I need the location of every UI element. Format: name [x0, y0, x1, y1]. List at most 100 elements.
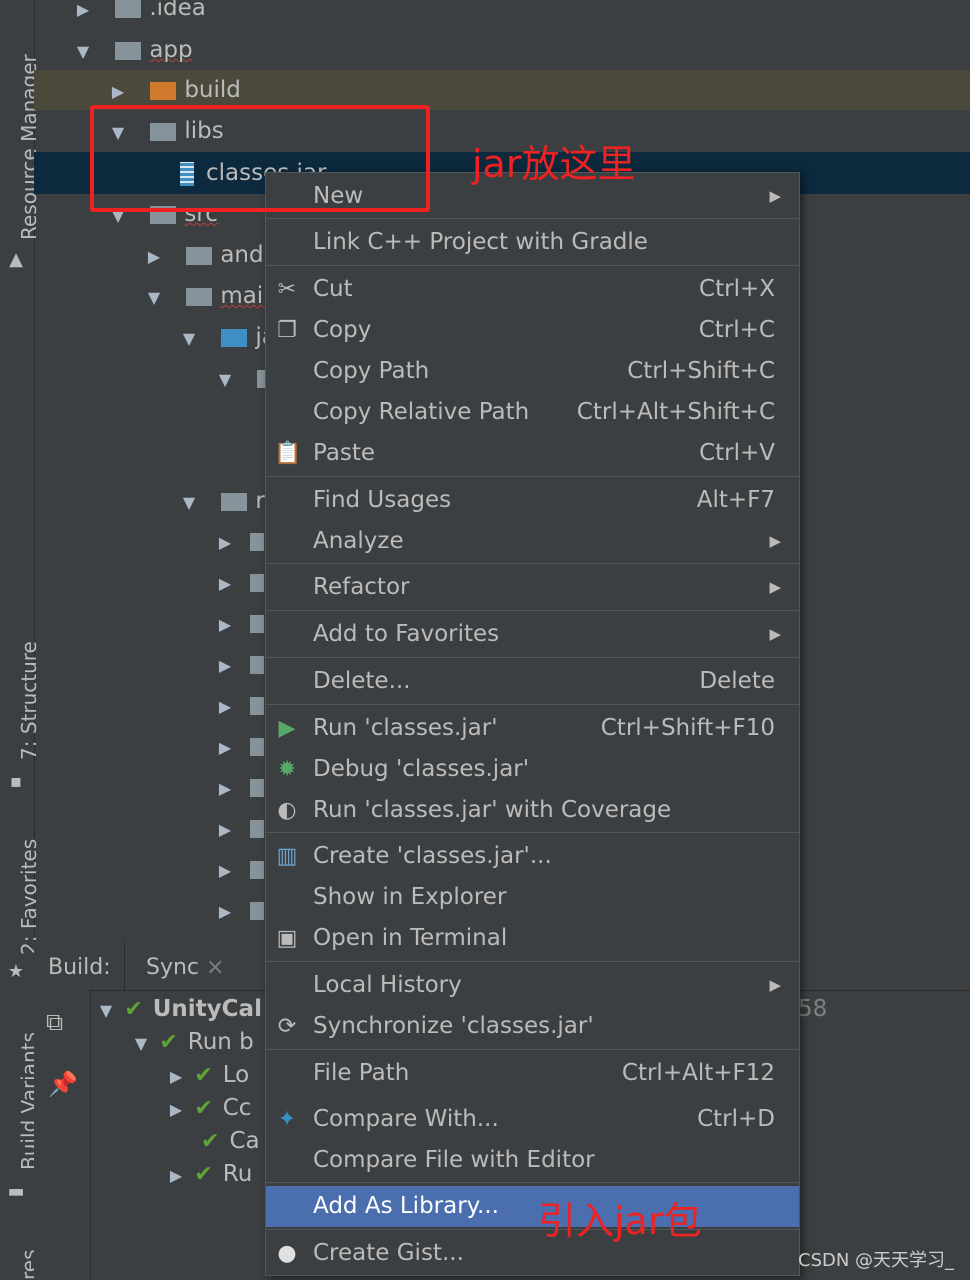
build-tree-row[interactable]: ▶ ✔ Cc — [165, 1091, 252, 1127]
tree-item-res-child[interactable]: ▶ — [214, 808, 272, 848]
submenu-arrow-icon: ▶ — [769, 532, 781, 550]
expand-arrow-icon[interactable]: ▶ — [143, 237, 165, 277]
menu-item-label: Delete... — [313, 668, 411, 694]
expand-arrow-icon[interactable]: ▶ — [214, 564, 236, 604]
menu-item-add-as-library[interactable]: Add As Library... — [266, 1186, 799, 1227]
coverage-icon: ◐ — [277, 798, 297, 823]
favorites-tab[interactable]: 2: Favorites — [17, 839, 41, 955]
tree-item-java[interactable]: ▼ ja — [178, 317, 276, 357]
menu-item-copy-relative-path[interactable]: Copy Relative Path Ctrl+Alt+Shift+C — [266, 392, 799, 433]
menu-item-shortcut: Ctrl+V — [699, 440, 775, 466]
menu-item-label: Copy Path — [313, 358, 430, 384]
collapse-arrow-icon[interactable]: ▼ — [130, 1027, 152, 1061]
close-icon[interactable]: × — [206, 955, 224, 980]
menu-item-file-path[interactable]: File Path Ctrl+Alt+F12 — [266, 1053, 799, 1094]
menu-item-analyze[interactable]: Analyze ▶ — [266, 521, 799, 562]
collapse-arrow-icon[interactable]: ▼ — [143, 278, 165, 318]
menu-item-shortcut: Ctrl+Shift+F10 — [600, 715, 775, 741]
expand-arrow-icon[interactable]: ▶ — [214, 851, 236, 891]
folder-icon — [250, 532, 264, 551]
expand-arrow-icon[interactable]: ▶ — [214, 646, 236, 686]
expand-arrow-icon[interactable]: ▶ — [214, 810, 236, 850]
menu-item-create-gist[interactable]: ● Create Gist... — [266, 1233, 799, 1274]
menu-separator — [266, 961, 799, 962]
expand-arrow-icon[interactable]: ▶ — [214, 605, 236, 645]
divider — [124, 942, 125, 990]
menu-item-shortcut: Ctrl+Alt+F12 — [621, 1060, 775, 1086]
menu-item-run-classes-jar[interactable]: ▶ Run 'classes.jar' Ctrl+Shift+F10 — [266, 708, 799, 749]
expand-arrow-icon[interactable]: ▶ — [165, 1060, 187, 1094]
restore-layout-icon[interactable]: ⧉ — [46, 1008, 63, 1036]
tree-item-main[interactable]: ▼ main — [143, 276, 278, 316]
build-tree-row[interactable]: ▼ ✔ UnityCal — [95, 992, 262, 1026]
check-icon: ✔ — [194, 1162, 213, 1187]
menu-item-add-to-favorites[interactable]: Add to Favorites ▶ — [266, 614, 799, 655]
tree-item-res-child[interactable]: ▶ — [214, 562, 272, 602]
collapse-arrow-icon[interactable]: ▼ — [72, 32, 94, 72]
collapse-arrow-icon[interactable]: ▼ — [214, 360, 236, 400]
menu-item-copy-path[interactable]: Copy Path Ctrl+Shift+C — [266, 351, 799, 392]
menu-item-link-c-project-with-gradle[interactable]: Link C++ Project with Gradle — [266, 222, 799, 263]
menu-item-label: Run 'classes.jar' — [313, 715, 498, 741]
menu-item-local-history[interactable]: Local History ▶ — [266, 965, 799, 1006]
menu-item-debug-classes-jar[interactable]: ✹ Debug 'classes.jar' — [266, 749, 799, 790]
tree-item-idea[interactable]: ▶ .idea — [72, 0, 206, 28]
folder-icon — [115, 0, 142, 18]
check-icon: ✔ — [124, 997, 143, 1022]
menu-item-label: Cut — [313, 276, 353, 302]
menu-item-paste[interactable]: 📋 Paste Ctrl+V — [266, 433, 799, 474]
tree-item-android-test[interactable]: ▶ andr — [143, 235, 273, 275]
build-tree-row[interactable]: ▼ ✔ Run b — [130, 1025, 254, 1059]
build-tree-row[interactable]: ▶ ✔ Lo — [165, 1058, 249, 1092]
tree-item-res-child[interactable]: ▶ — [214, 849, 272, 889]
structure-tab[interactable]: 7: Structure — [17, 641, 41, 760]
tree-item-build[interactable]: ▶ build — [107, 70, 241, 110]
folder-icon — [186, 287, 213, 306]
build-tree-row[interactable]: ▶ ✔ Ru — [165, 1157, 252, 1191]
expand-arrow-icon[interactable]: ▶ — [72, 0, 94, 30]
expand-arrow-icon[interactable]: ▶ — [165, 1159, 187, 1193]
menu-item-shortcut: Ctrl+Alt+Shift+C — [576, 399, 775, 425]
expand-arrow-icon[interactable]: ▶ — [214, 892, 236, 932]
expand-arrow-icon[interactable]: ▶ — [214, 728, 236, 768]
menu-item-find-usages[interactable]: Find Usages Alt+F7 — [266, 480, 799, 521]
debug-icon: ✹ — [277, 757, 297, 782]
menu-item-run-classes-jar-with-coverage[interactable]: ◐ Run 'classes.jar' with Coverage — [266, 790, 799, 831]
menu-item-compare-with[interactable]: ✦ Compare With... Ctrl+D — [266, 1099, 799, 1140]
expand-arrow-icon[interactable]: ▶ — [214, 769, 236, 809]
menu-item-show-in-explorer[interactable]: Show in Explorer — [266, 877, 799, 918]
tree-item-res[interactable]: ▼ re — [178, 481, 279, 523]
tree-item-res-child[interactable]: ▶ — [214, 890, 272, 930]
menu-item-cut[interactable]: ✂ Cut Ctrl+X — [266, 269, 799, 310]
collapse-arrow-icon[interactable]: ▼ — [178, 319, 200, 359]
tree-item-label: build — [184, 77, 241, 103]
tree-item-app[interactable]: ▼ app — [72, 30, 193, 70]
menu-item-label: Compare File with Editor — [313, 1147, 595, 1173]
tab-sync[interactable]: Sync × — [146, 942, 224, 990]
tree-item-res-child[interactable]: ▶ — [214, 521, 272, 561]
expand-arrow-icon[interactable]: ▶ — [214, 523, 236, 563]
pin-icon[interactable]: 📌 — [48, 1070, 78, 1098]
annotation-highlight-box — [90, 105, 430, 212]
expand-arrow-icon[interactable]: ▶ — [214, 687, 236, 727]
menu-item-copy[interactable]: ❐ Copy Ctrl+C — [266, 310, 799, 351]
menu-item-compare-file-with-editor[interactable]: Compare File with Editor — [266, 1140, 799, 1181]
collapse-arrow-icon[interactable]: ▼ — [178, 483, 200, 523]
tree-item-res-child[interactable]: ▶ — [214, 767, 272, 807]
tree-item-res-child[interactable]: ▶ — [214, 644, 272, 684]
build-row-label: Ca — [229, 1128, 260, 1154]
build-tree-row[interactable]: ✔ Ca — [193, 1124, 260, 1158]
menu-item-open-in-terminal[interactable]: ▣ Open in Terminal — [266, 918, 799, 959]
menu-separator — [266, 1182, 799, 1183]
tree-item-res-child[interactable]: ▶ — [214, 603, 272, 643]
menu-separator — [266, 610, 799, 611]
collapse-arrow-icon[interactable]: ▼ — [95, 994, 117, 1028]
expand-arrow-icon[interactable]: ▶ — [165, 1093, 187, 1127]
tree-item-res-child[interactable]: ▶ — [214, 685, 272, 725]
menu-item-create-classes-jar[interactable]: ▥ Create 'classes.jar'... — [266, 836, 799, 877]
menu-item-delete[interactable]: Delete... Delete — [266, 661, 799, 702]
menu-item-synchronize-classes-jar[interactable]: ⟳ Synchronize 'classes.jar' — [266, 1006, 799, 1047]
menu-item-refactor[interactable]: Refactor ▶ — [266, 567, 799, 608]
menu-item-shortcut: Ctrl+X — [699, 276, 775, 302]
tree-item-res-child[interactable]: ▶ — [214, 726, 272, 766]
